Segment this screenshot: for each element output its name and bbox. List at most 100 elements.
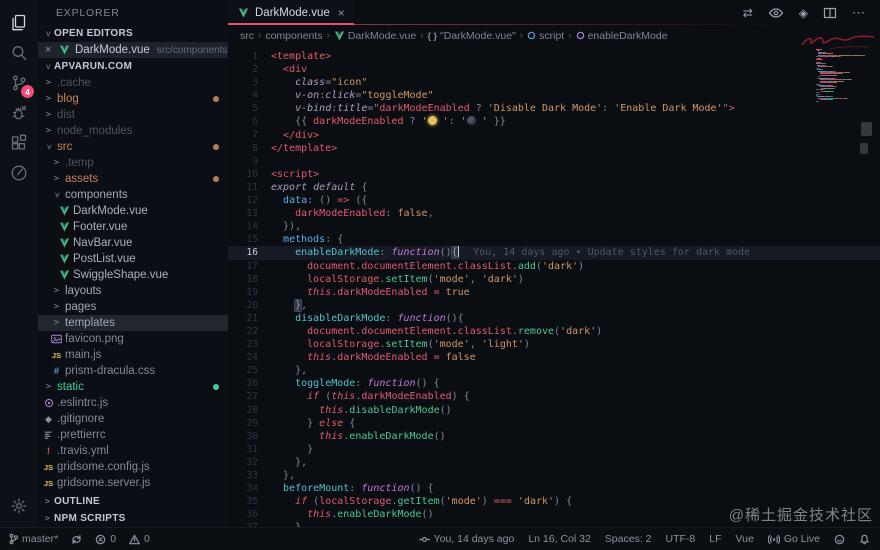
- tree-item-blog[interactable]: > blog: [38, 91, 228, 107]
- feedback-smiley[interactable]: [834, 534, 845, 545]
- tree-item-src[interactable]: > src: [38, 139, 228, 155]
- breadcrumb-item-components[interactable]: components: [265, 30, 322, 42]
- code-line-11[interactable]: 11 export default {: [228, 181, 880, 194]
- line-number[interactable]: 15: [228, 233, 271, 246]
- line-number[interactable]: 34: [228, 482, 271, 495]
- line-number[interactable]: 5: [228, 102, 271, 115]
- tree-item-eslintrc-js[interactable]: .eslintrc.js: [38, 395, 228, 411]
- code-line-22[interactable]: 22 document.documentElement.classList.re…: [228, 325, 880, 338]
- tree-item-gitignore[interactable]: ◆ .gitignore: [38, 411, 228, 427]
- more-actions-button[interactable]: ⋯: [852, 5, 866, 21]
- gitlens-blame[interactable]: You, 14 days ago: [418, 533, 514, 545]
- line-number[interactable]: 20: [228, 299, 271, 312]
- code-line-17[interactable]: 17 document.documentElement.classList.ad…: [228, 260, 880, 273]
- tree-item-swiggleshape-vue[interactable]: SwiggleShape.vue: [38, 267, 228, 283]
- tree-item-gridsome-server-js[interactable]: JS gridsome.server.js: [38, 475, 228, 491]
- indentation[interactable]: Spaces: 2: [605, 533, 652, 545]
- line-number[interactable]: 10: [228, 168, 271, 181]
- breadcrumb-item-enabledarkmode[interactable]: enableDarkMode: [576, 30, 668, 42]
- line-number[interactable]: 12: [228, 194, 271, 207]
- line-number[interactable]: 26: [228, 377, 271, 390]
- line-number[interactable]: 37: [228, 521, 271, 527]
- line-number[interactable]: 19: [228, 286, 271, 299]
- outline-header[interactable]: > OUTLINE: [38, 493, 228, 510]
- tree-item-main-js[interactable]: JS main.js: [38, 347, 228, 363]
- activity-debug-button[interactable]: [0, 98, 38, 128]
- line-number[interactable]: 4: [228, 89, 271, 102]
- tree-item-travis-yml[interactable]: ! .travis.yml: [38, 443, 228, 459]
- open-editor-item[interactable]: × DarkMode.vue src/components: [38, 42, 228, 58]
- code-line-18[interactable]: 18 localStorage.setItem('mode', 'dark'): [228, 273, 880, 286]
- line-number[interactable]: 7: [228, 129, 271, 142]
- branch-indicator[interactable]: master*: [9, 533, 58, 545]
- tree-item-dist[interactable]: > dist: [38, 107, 228, 123]
- code-line-12[interactable]: 12 data: () => ({: [228, 194, 880, 207]
- code-line-10[interactable]: 10 <script>: [228, 168, 880, 181]
- tree-item-darkmode-vue[interactable]: DarkMode.vue: [38, 203, 228, 219]
- line-number[interactable]: 22: [228, 325, 271, 338]
- activity-extensions-button[interactable]: [0, 128, 38, 158]
- split-editor-button[interactable]: [823, 7, 837, 19]
- line-number[interactable]: 14: [228, 220, 271, 233]
- encoding[interactable]: UTF-8: [666, 533, 696, 545]
- line-number[interactable]: 33: [228, 469, 271, 482]
- activity-search-button[interactable]: [0, 38, 38, 68]
- breadcrumb-item-darkmode-vue[interactable]: { } "DarkMode.vue": [428, 30, 516, 42]
- line-number[interactable]: 6: [228, 115, 271, 128]
- tree-item-footer-vue[interactable]: Footer.vue: [38, 219, 228, 235]
- open-editors-header[interactable]: > OPEN EDITORS: [38, 25, 228, 42]
- tree-item-templates[interactable]: > templates: [38, 315, 228, 331]
- tree-item-favicon-png[interactable]: favicon.png: [38, 331, 228, 347]
- code-line-19[interactable]: 19 this.darkModeEnabled = true: [228, 286, 880, 299]
- tree-item-components[interactable]: > components: [38, 187, 228, 203]
- code-line-23[interactable]: 23 localStorage.setItem('mode', 'light'): [228, 338, 880, 351]
- line-number[interactable]: 17: [228, 260, 271, 273]
- notifications-bell[interactable]: [859, 534, 870, 545]
- toggle-changes-button[interactable]: ⇄: [743, 6, 753, 20]
- line-number[interactable]: 36: [228, 508, 271, 521]
- code-line-13[interactable]: 13 darkModeEnabled: false,: [228, 207, 880, 220]
- breadcrumb-item-script[interactable]: script: [527, 30, 564, 42]
- code-line-3[interactable]: 3 class="icon": [228, 76, 880, 89]
- code-line-24[interactable]: 24 this.darkModeEnabled = false: [228, 351, 880, 364]
- code-line-20[interactable]: 20 },: [228, 299, 880, 312]
- tab-darkmode-vue[interactable]: DarkMode.vue ×: [228, 0, 354, 25]
- code-line-9[interactable]: 9: [228, 155, 880, 168]
- line-number[interactable]: 28: [228, 404, 271, 417]
- npm-scripts-header[interactable]: > NPM SCRIPTS: [38, 510, 228, 527]
- sync-button[interactable]: [71, 534, 82, 545]
- warnings-indicator[interactable]: 0: [129, 533, 150, 545]
- activity-explorer-button[interactable]: [0, 8, 38, 38]
- line-number[interactable]: 23: [228, 338, 271, 351]
- activity-settings-button[interactable]: [0, 491, 38, 521]
- line-number[interactable]: 2: [228, 63, 271, 76]
- minimap[interactable]: [816, 49, 868, 102]
- eol[interactable]: LF: [709, 533, 721, 545]
- code-line-5[interactable]: 5 v-bind:title="darkModeEnabled ? 'Disab…: [228, 102, 880, 115]
- tree-item-layouts[interactable]: > layouts: [38, 283, 228, 299]
- line-number[interactable]: 35: [228, 495, 271, 508]
- line-number[interactable]: 13: [228, 207, 271, 220]
- code-line-25[interactable]: 25 },: [228, 364, 880, 377]
- code-line-2[interactable]: 2 <div: [228, 63, 880, 76]
- open-preview-button[interactable]: [768, 7, 784, 19]
- line-number[interactable]: 30: [228, 430, 271, 443]
- line-number[interactable]: 27: [228, 390, 271, 403]
- tree-item-node-modules[interactable]: > node_modules: [38, 123, 228, 139]
- tree-item-cache[interactable]: > .cache: [38, 75, 228, 91]
- code-line-31[interactable]: 31 }: [228, 443, 880, 456]
- tree-item-pages[interactable]: > pages: [38, 299, 228, 315]
- line-number[interactable]: 21: [228, 312, 271, 325]
- code-line-7[interactable]: 7 </div>: [228, 129, 880, 142]
- code-line-1[interactable]: 1 <template>: [228, 50, 880, 63]
- code-area[interactable]: 1 <template> 2 <div 3 class="icon" 4 v-on:cl…: [228, 50, 880, 527]
- code-line-34[interactable]: 34 beforeMount: function() {: [228, 482, 880, 495]
- code-line-15[interactable]: 15 methods: {: [228, 233, 880, 246]
- tree-item-assets[interactable]: > assets: [38, 171, 228, 187]
- code-line-6[interactable]: 6 {{ darkModeEnabled ? '☀ ': '🌙 ' }}: [228, 115, 880, 128]
- tree-item-prism-dracula-css[interactable]: # prism-dracula.css: [38, 363, 228, 379]
- activity-source-control-button[interactable]: 4: [0, 68, 38, 98]
- activity-browser-preview-button[interactable]: [0, 158, 38, 188]
- line-number[interactable]: 18: [228, 273, 271, 286]
- code-line-32[interactable]: 32 },: [228, 456, 880, 469]
